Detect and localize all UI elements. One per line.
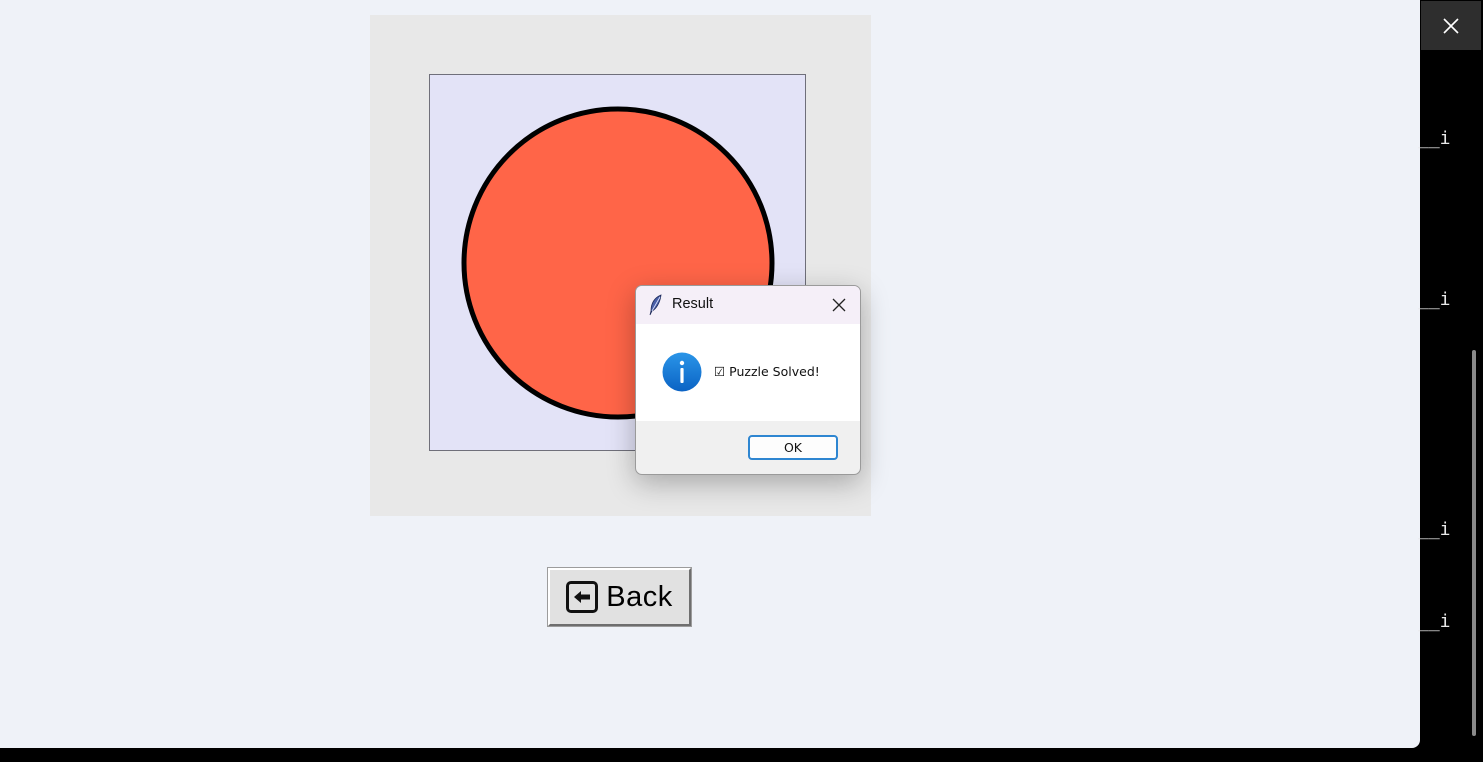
back-button-label: Back — [606, 580, 673, 613]
arrow-left-icon — [566, 581, 599, 613]
dialog-close-button[interactable] — [826, 292, 852, 318]
terminal-line: __i — [1418, 289, 1451, 310]
terminal-scrollbar[interactable] — [1472, 350, 1476, 736]
result-dialog: Result ☑ Puzzle Solved! OK — [635, 285, 861, 475]
feather-icon — [649, 294, 662, 316]
close-icon — [832, 298, 846, 312]
ok-button[interactable]: OK — [748, 435, 838, 460]
terminal-line: __i — [1418, 611, 1451, 632]
terminal-line: __i — [1418, 519, 1451, 540]
dialog-title: Result — [672, 296, 714, 312]
close-icon — [1443, 17, 1459, 34]
terminal-close-button[interactable] — [1421, 1, 1481, 50]
dialog-titlebar[interactable]: Result — [636, 286, 860, 324]
terminal-line: __i — [1418, 128, 1451, 149]
dialog-message: ☑ Puzzle Solved! — [714, 364, 820, 379]
dialog-body: ☑ Puzzle Solved! — [636, 324, 860, 421]
info-icon — [662, 352, 702, 392]
back-button[interactable]: Back — [547, 567, 692, 627]
